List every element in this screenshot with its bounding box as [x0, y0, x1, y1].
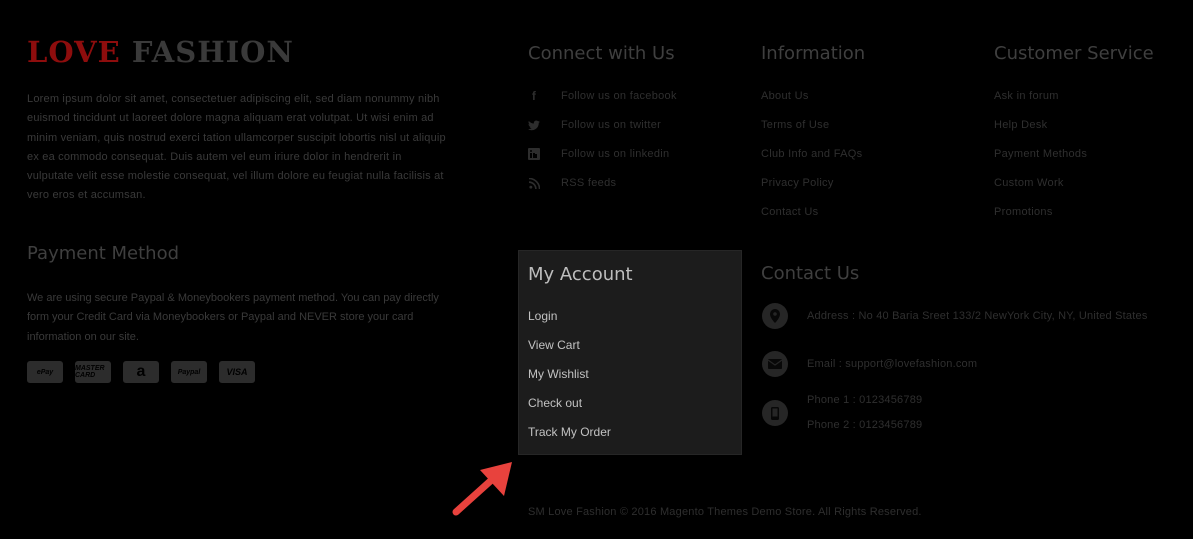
brand-word-love: LOVE: [27, 35, 121, 69]
contact-phone-1: Phone 1 : 0123456789: [807, 394, 923, 406]
connect-linkedin-link[interactable]: Follow us on linkedin: [528, 147, 677, 176]
linkedin-icon: [528, 147, 540, 161]
connect-title: Connect with Us: [528, 43, 675, 64]
info-link-terms-of-use[interactable]: Terms of Use: [761, 118, 862, 147]
phone-icon: [762, 400, 788, 426]
amazon-icon: a: [123, 361, 159, 383]
info-link-club-info[interactable]: Club Info and FAQs: [761, 147, 862, 176]
rss-icon: [528, 176, 540, 190]
account-link-view-cart[interactable]: View Cart: [528, 338, 580, 352]
connect-twitter-label: Follow us on twitter: [561, 119, 662, 131]
info-link-contact-us[interactable]: Contact Us: [761, 205, 862, 234]
account-link-track-my-order[interactable]: Track My Order: [528, 425, 611, 439]
contact-phone-2: Phone 2 : 0123456789: [807, 419, 923, 431]
twitter-icon: [528, 118, 540, 132]
connect-twitter-link[interactable]: Follow us on twitter: [528, 118, 677, 147]
about-text: Lorem ipsum dolor sit amet, consectetuer…: [27, 93, 446, 202]
connect-facebook-link[interactable]: f Follow us on facebook: [528, 89, 677, 118]
contact-address: Address : No 40 Baria Sreet 133/2 NewYor…: [807, 310, 1148, 322]
my-account-panel: My Account Login View Cart My Wishlist C…: [518, 250, 742, 455]
visa-icon: VISA: [219, 361, 255, 383]
customer-service-title: Customer Service: [994, 43, 1154, 64]
copyright-text: SM Love Fashion © 2016 Magento Themes De…: [528, 506, 922, 518]
connect-list: f Follow us on facebook Follow us on twi…: [528, 89, 677, 205]
info-link-privacy-policy[interactable]: Privacy Policy: [761, 176, 862, 205]
account-link-login[interactable]: Login: [528, 309, 557, 323]
cs-link-promotions[interactable]: Promotions: [994, 205, 1087, 234]
brand-word-fashion: FASHION: [131, 35, 294, 69]
my-account-title: My Account: [528, 264, 633, 285]
information-title: Information: [761, 43, 866, 64]
brand-logo[interactable]: LOVE FASHION: [27, 35, 294, 69]
info-link-about-us[interactable]: About Us: [761, 89, 862, 118]
connect-rss-link[interactable]: RSS feeds: [528, 176, 677, 205]
epay-icon: ePay: [27, 361, 63, 383]
account-link-check-out[interactable]: Check out: [528, 396, 582, 410]
payment-method-title: Payment Method: [27, 243, 180, 264]
cs-link-payment-methods[interactable]: Payment Methods: [994, 147, 1087, 176]
mastercard-icon: MASTER CARD: [75, 361, 111, 383]
envelope-icon: [762, 351, 788, 377]
information-list: About Us Terms of Use Club Info and FAQs…: [761, 89, 862, 234]
connect-rss-label: RSS feeds: [561, 177, 617, 189]
customer-service-list: Ask in forum Help Desk Payment Methods C…: [994, 89, 1087, 234]
annotation-arrow-icon: [452, 462, 512, 516]
paypal-icon: Paypal: [171, 361, 207, 383]
payment-icons: ePay MASTER CARD a Paypal VISA: [27, 361, 255, 383]
contact-title: Contact Us: [761, 263, 860, 284]
facebook-icon: f: [531, 89, 537, 103]
location-pin-icon: [762, 303, 788, 329]
cs-link-custom-work[interactable]: Custom Work: [994, 176, 1087, 205]
connect-facebook-label: Follow us on facebook: [561, 90, 677, 102]
connect-linkedin-label: Follow us on linkedin: [561, 148, 670, 160]
cs-link-help-desk[interactable]: Help Desk: [994, 118, 1087, 147]
account-link-my-wishlist[interactable]: My Wishlist: [528, 367, 589, 381]
payment-method-text: We are using secure Paypal & Moneybooker…: [27, 292, 439, 343]
contact-email[interactable]: Email : support@lovefashion.com: [807, 358, 977, 370]
cs-link-ask-in-forum[interactable]: Ask in forum: [994, 89, 1087, 118]
